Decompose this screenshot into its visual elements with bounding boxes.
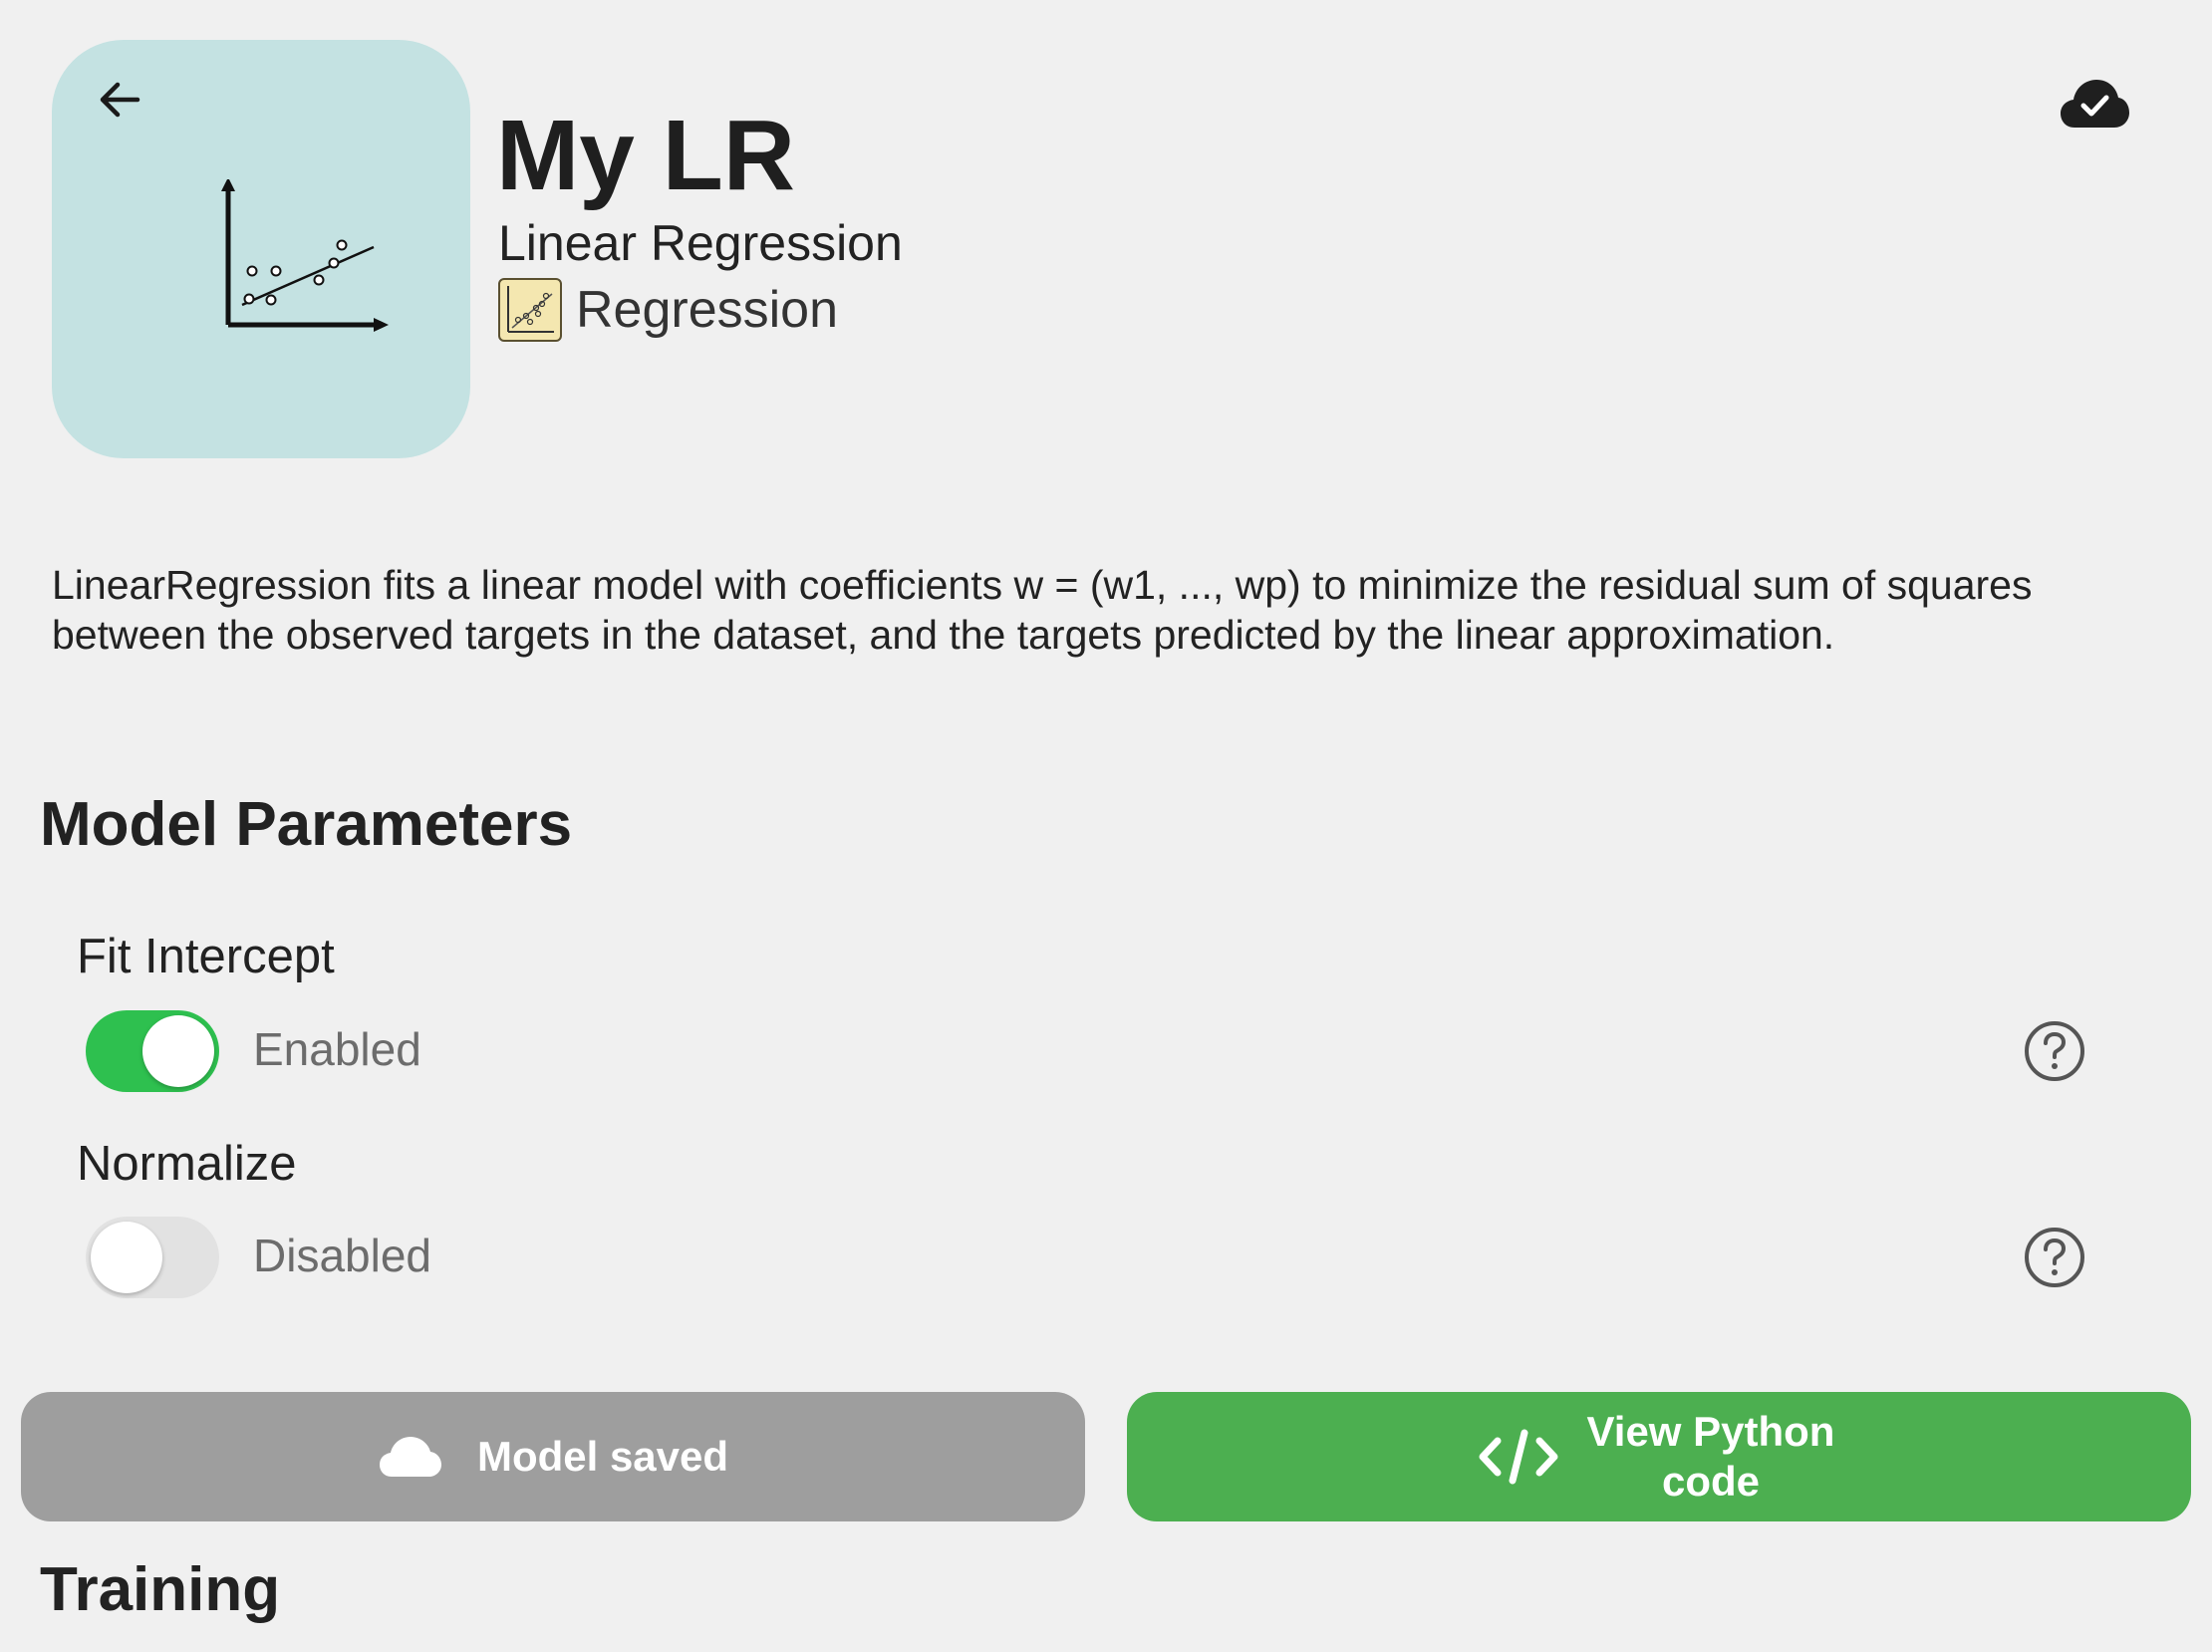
- help-icon[interactable]: [2023, 1226, 2086, 1289]
- cloud-icon: [379, 1437, 441, 1477]
- model-hero-card: [52, 40, 470, 458]
- fit-intercept-label: Fit Intercept: [77, 930, 335, 983]
- normalize-toggle[interactable]: [86, 1217, 219, 1298]
- model-parameters-heading: Model Parameters: [40, 790, 573, 859]
- cloud-check-icon: [2061, 80, 2129, 128]
- view-python-code-label: View Python code: [1586, 1408, 1835, 1505]
- category-label: Regression: [576, 281, 839, 339]
- normalize-label: Normalize: [77, 1137, 297, 1191]
- model-type: Linear Regression: [498, 215, 903, 271]
- toggle-knob: [142, 1015, 214, 1087]
- toggle-knob: [91, 1222, 162, 1293]
- fit-intercept-toggle[interactable]: [86, 1010, 219, 1092]
- model-name: My LR: [496, 100, 795, 211]
- regression-category-icon: [498, 278, 562, 342]
- sync-status-button[interactable]: [2059, 76, 2130, 132]
- view-python-code-button[interactable]: View Python code: [1127, 1392, 2191, 1521]
- training-heading: Training: [40, 1555, 281, 1624]
- linear-regression-illustration: [221, 179, 389, 332]
- code-icon: [1479, 1429, 1558, 1485]
- model-description: LinearRegression fits a linear model wit…: [52, 562, 2033, 658]
- model-saved-label: Model saved: [476, 1433, 729, 1480]
- category-tag: Regression: [498, 277, 838, 343]
- arrow-back-icon: [100, 82, 140, 118]
- normalize-status: Disabled: [253, 1230, 431, 1281]
- fit-intercept-status: Enabled: [253, 1023, 421, 1075]
- back-button[interactable]: [88, 68, 151, 132]
- help-icon[interactable]: [2023, 1019, 2086, 1083]
- model-saved-button[interactable]: Model saved: [21, 1392, 1085, 1521]
